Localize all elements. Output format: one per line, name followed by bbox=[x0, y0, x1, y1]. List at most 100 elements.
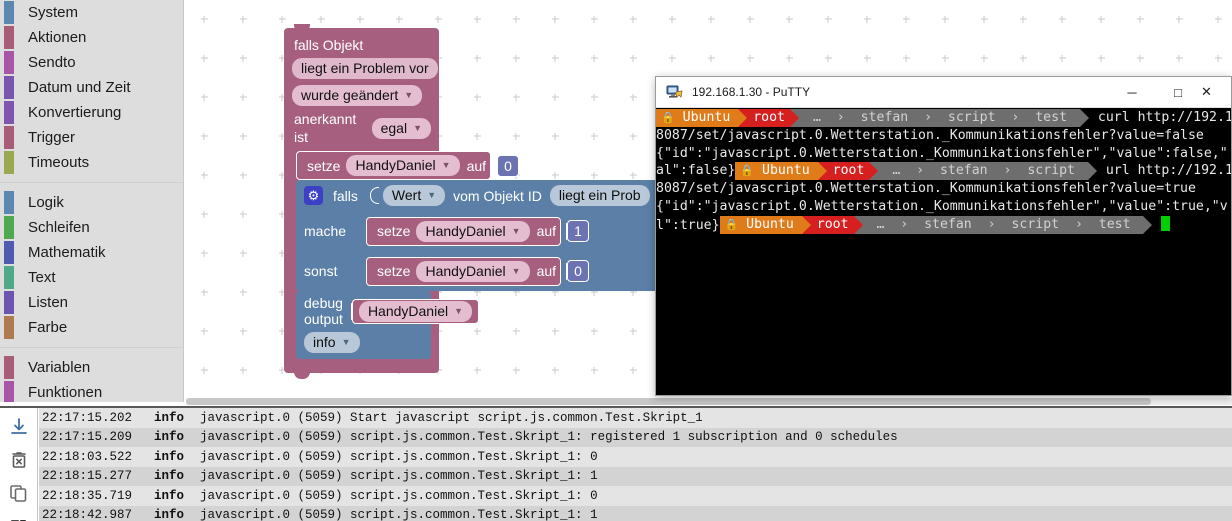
toolbox-item-label: Sendto bbox=[28, 54, 76, 71]
block-set-variable-else[interactable]: setze HandyDaniel ▼ auf 0 bbox=[366, 256, 590, 286]
set-variable-dropdown[interactable]: HandyDaniel ▼ bbox=[416, 220, 530, 242]
copy-log-button[interactable] bbox=[8, 482, 30, 504]
log-message: javascript.0 (5059) script.js.common.Tes… bbox=[200, 430, 898, 445]
terminal-command: curl http://192.168.1.30 bbox=[1097, 110, 1231, 125]
prompt-separator bbox=[790, 109, 800, 127]
block-stack[interactable]: falls Objekt liegt ein Problem vor wurde… bbox=[284, 24, 816, 379]
set-variable-dropdown[interactable]: HandyDaniel ▼ bbox=[416, 260, 530, 282]
toolbox-item-logik[interactable]: Logik bbox=[0, 190, 183, 215]
toolbox-item-label: Timeouts bbox=[28, 154, 90, 171]
log-panel: 22:17:15.202 info javascript.0 (5059) Star… bbox=[0, 406, 1232, 521]
chevron-down-icon: ▼ bbox=[454, 305, 464, 316]
set-keyword: setze bbox=[307, 157, 341, 174]
minimize-button[interactable]: ─ bbox=[1109, 77, 1155, 108]
category-color-swatch bbox=[4, 26, 14, 49]
trigger-change-mode-label: wurde geändert bbox=[301, 87, 399, 103]
prompt-separator bbox=[853, 215, 864, 234]
chevron-down-icon: ▼ bbox=[511, 225, 521, 236]
set-keyword: setze bbox=[377, 223, 411, 239]
prompt-user-segment: root bbox=[827, 162, 870, 181]
block-trigger-object[interactable]: falls Objekt liegt ein Problem vor wurde… bbox=[284, 24, 439, 151]
prompt-path-segment: … › stefan › script › test bbox=[863, 215, 1144, 234]
toolbox-item-listen[interactable]: Listen bbox=[0, 290, 183, 315]
trigger-change-mode[interactable]: wurde geändert ▼ bbox=[292, 85, 423, 106]
terminal-line: {"id":"javascript.0.Wetterstation._Kommu… bbox=[656, 198, 1231, 216]
log-row[interactable]: 22:17:15.202 info javascript.0 (5059) Star… bbox=[39, 408, 1232, 428]
debug-level-dropdown[interactable]: info ▼ bbox=[304, 332, 360, 353]
lock-icon: 🔒 bbox=[724, 217, 739, 231]
gear-icon[interactable]: ⚙ bbox=[304, 186, 323, 205]
terminal-output: 8087/set/javascript.0.Wetterstation._Kom… bbox=[656, 127, 1204, 143]
log-rows-container[interactable]: 22:17:15.202 info javascript.0 (5059) Star… bbox=[39, 408, 1232, 521]
prompt-os-segment: 🔒 Ubuntu bbox=[735, 162, 818, 181]
log-message: javascript.0 (5059) script.js.common.Tes… bbox=[200, 449, 598, 464]
maximize-button[interactable]: □ bbox=[1155, 77, 1201, 108]
if-sonst-label: sonst bbox=[304, 263, 338, 279]
log-row[interactable]: 22:18:42.987 info javascript.0 (5059) scri… bbox=[39, 505, 1232, 521]
blockly-toolbox[interactable]: System Aktionen Sendto Datum und Zeit Konver… bbox=[0, 0, 184, 402]
block-set-variable-do[interactable]: setze HandyDaniel ▼ auf 1 bbox=[366, 216, 590, 246]
log-row[interactable]: 22:18:15.277 info javascript.0 (5059) scri… bbox=[39, 466, 1232, 486]
terminal-line: 🔒 Ubuntu root … › stefan › script › test… bbox=[656, 109, 1231, 127]
toolbox-item-sendto[interactable]: Sendto bbox=[0, 50, 183, 75]
block-set-variable-outer[interactable]: setze HandyDaniel ▼ auf 0 bbox=[296, 151, 520, 180]
set-variable-dropdown[interactable]: HandyDaniel ▼ bbox=[346, 155, 460, 176]
toolbox-item-datum-und-zeit[interactable]: Datum und Zeit bbox=[0, 75, 183, 100]
category-color-swatch bbox=[4, 241, 14, 264]
terminal-line: 8087/set/javascript.0.Wetterstation._Kom… bbox=[656, 180, 1231, 198]
terminal-line: l":true} 🔒 Ubuntu root … › stefan › scrip… bbox=[656, 215, 1231, 234]
putty-window[interactable]: 192.168.1.30 - PuTTY ─ □ ✕ 🔒 Ubuntu root… bbox=[655, 76, 1232, 396]
canvas-horizontal-scrollbar[interactable] bbox=[186, 398, 1232, 405]
log-severity: info bbox=[154, 469, 185, 484]
log-message: javascript.0 (5059) script.js.common.Tes… bbox=[200, 508, 598, 521]
toolbox-item-funktionen[interactable]: Funktionen bbox=[0, 380, 183, 402]
toolbox-item-schleifen[interactable]: Schleifen bbox=[0, 215, 183, 240]
debug-variable-dropdown[interactable]: HandyDaniel ▼ bbox=[351, 298, 480, 324]
category-color-swatch bbox=[4, 51, 14, 74]
prompt-separator bbox=[817, 162, 828, 181]
toolbox-item-farbe[interactable]: Farbe bbox=[0, 315, 183, 340]
log-row[interactable]: 22:18:35.719 info javascript.0 (5059) scri… bbox=[39, 486, 1232, 506]
terminal-output: {"id":"javascript.0.Wetterstation._Kommu… bbox=[656, 198, 1228, 214]
log-row[interactable]: 22:18:03.522 info javascript.0 (5059) scri… bbox=[39, 447, 1232, 467]
log-severity: info bbox=[154, 430, 185, 445]
trigger-object-id[interactable]: liegt ein Problem vor bbox=[292, 58, 438, 79]
set-keyword: setze bbox=[377, 263, 411, 279]
toolbox-item-system[interactable]: System bbox=[0, 0, 183, 25]
prompt-os-segment: 🔒 Ubuntu bbox=[656, 109, 739, 127]
category-color-swatch bbox=[4, 1, 14, 24]
download-log-button[interactable] bbox=[8, 416, 30, 438]
scrollbar-thumb[interactable] bbox=[186, 398, 1151, 405]
trigger-ack-value[interactable]: egal ▼ bbox=[371, 117, 431, 139]
set-value-do[interactable]: 1 bbox=[567, 220, 590, 242]
category-color-swatch bbox=[4, 76, 14, 99]
putty-titlebar[interactable]: 192.168.1.30 - PuTTY ─ □ ✕ bbox=[656, 77, 1231, 108]
chevron-down-icon: ▼ bbox=[427, 190, 437, 200]
trigger-title: falls Objekt bbox=[294, 37, 364, 53]
chevron-down-icon: ▼ bbox=[404, 90, 414, 100]
close-button[interactable]: ✕ bbox=[1201, 77, 1231, 108]
log-row[interactable]: 22:17:15.209 info javascript.0 (5059) scri… bbox=[39, 427, 1232, 447]
putty-terminal[interactable]: 🔒 Ubuntu root … › stefan › script › test… bbox=[656, 108, 1231, 395]
set-value-else[interactable]: 0 bbox=[567, 260, 590, 282]
toolbox-item-aktionen[interactable]: Aktionen bbox=[0, 25, 183, 50]
toolbox-item-trigger[interactable]: Trigger bbox=[0, 125, 183, 150]
toolbox-item-label: Logik bbox=[28, 194, 64, 211]
log-timestamp: 22:18:03.522 bbox=[42, 449, 133, 464]
condition-socket bbox=[369, 187, 379, 204]
if-object-id[interactable]: liegt ein Prob bbox=[549, 185, 650, 206]
log-timestamp: 22:18:42.987 bbox=[42, 508, 133, 521]
filter-log-button[interactable] bbox=[8, 515, 30, 521]
clear-log-button[interactable] bbox=[8, 449, 30, 471]
toolbox-item-konvertierung[interactable]: Konvertierung bbox=[0, 100, 183, 125]
chevron-down-icon: ▼ bbox=[511, 265, 521, 276]
toolbox-item-variablen[interactable]: Variablen bbox=[0, 355, 183, 380]
toolbox-item-mathematik[interactable]: Mathematik bbox=[0, 240, 183, 265]
block-debug-output[interactable]: debug output HandyDaniel ▼ info ▼ bbox=[296, 291, 480, 359]
set-value-outer[interactable]: 0 bbox=[497, 154, 520, 177]
toolbox-item-timeouts[interactable]: Timeouts bbox=[0, 150, 183, 175]
trigger-ack-value-label: egal bbox=[380, 119, 408, 136]
if-wert-dropdown[interactable]: Wert ▼ bbox=[382, 185, 446, 206]
toolbox-item-text[interactable]: Text bbox=[0, 265, 183, 290]
log-severity: info bbox=[154, 449, 185, 464]
